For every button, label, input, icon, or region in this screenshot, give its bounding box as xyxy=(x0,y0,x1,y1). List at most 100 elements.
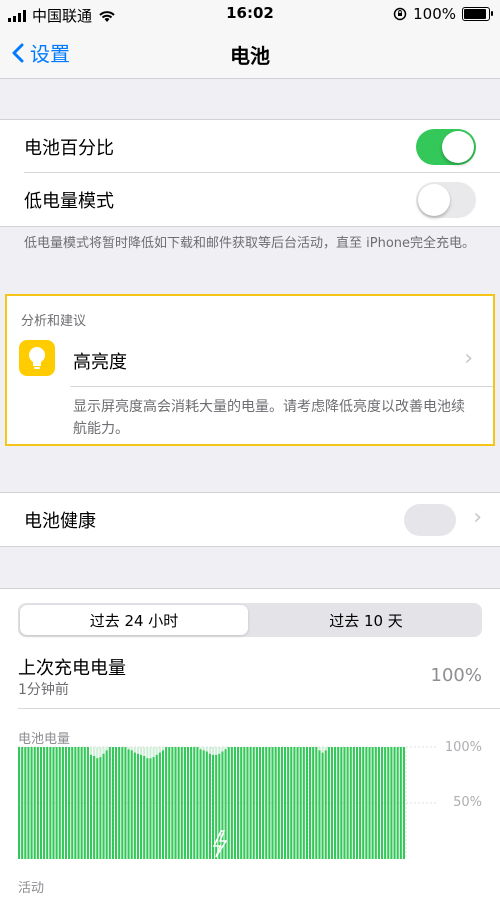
chart-bar xyxy=(346,747,349,859)
high-brightness-item[interactable]: 高亮度 xyxy=(73,348,127,374)
chart-bar-gap xyxy=(130,747,133,751)
chart-bar xyxy=(146,758,149,859)
battery-settings-group: 电池百分比 低电量模式 xyxy=(0,119,500,227)
chart-bar-gap xyxy=(215,747,218,755)
chart-bar-gap xyxy=(105,747,108,751)
chart-bar xyxy=(130,750,133,859)
battery-health-group: 电池健康 › xyxy=(0,492,500,547)
chart-bar xyxy=(377,747,380,859)
chart-bar xyxy=(237,747,240,859)
chart-bar xyxy=(374,747,377,859)
page-title: 电池 xyxy=(230,44,270,68)
chart-bar xyxy=(49,747,52,859)
chart-bar xyxy=(355,747,359,859)
chart-bar-gap xyxy=(140,747,143,755)
chevron-right-icon: › xyxy=(473,505,482,530)
chart-bar xyxy=(258,747,262,859)
chart-bar xyxy=(58,747,61,859)
chart-bar xyxy=(402,747,405,859)
chart-bar-gap xyxy=(208,747,211,754)
battery-health-row[interactable]: 电池健康 › xyxy=(0,493,500,546)
chart-bar xyxy=(96,758,99,859)
chart-bar-gap xyxy=(161,747,165,751)
chart-bar-gap xyxy=(102,747,105,754)
chart-bar-gap xyxy=(158,747,161,753)
chart-bar xyxy=(121,747,124,859)
time-range-segmented-control[interactable]: 过去 24 小时 过去 10 天 xyxy=(18,603,482,637)
chart-bar xyxy=(299,747,302,859)
chart-bar xyxy=(52,747,55,859)
chart-bar xyxy=(102,753,105,859)
chart-bar-gap xyxy=(89,747,93,755)
battery-percentage-toggle[interactable] xyxy=(416,128,476,165)
activity-label: 活动 xyxy=(18,881,45,896)
chart-bar xyxy=(371,747,374,859)
chart-bar xyxy=(352,747,355,859)
low-power-mode-row: 低电量模式 xyxy=(0,173,500,226)
chart-bar xyxy=(321,752,324,859)
chart-bar xyxy=(327,747,330,859)
chart-bar xyxy=(186,747,190,859)
chart-bar xyxy=(243,747,246,859)
chart-bar xyxy=(118,747,121,859)
chart-bar xyxy=(340,747,343,859)
battery-percentage: 100% xyxy=(413,5,456,23)
chart-bar xyxy=(393,747,396,859)
chart-bar xyxy=(359,747,362,859)
chart-bar xyxy=(202,750,205,859)
battery-fill xyxy=(464,9,486,19)
chart-bar xyxy=(318,750,321,859)
chart-bar xyxy=(18,747,21,859)
last-charge-time: 1分钟前 xyxy=(18,682,69,698)
status-right: 100% xyxy=(393,5,493,23)
chart-bar xyxy=(30,747,33,859)
chart-bar xyxy=(171,747,174,859)
insights-header: 分析和建议 xyxy=(21,314,87,329)
chart-bar xyxy=(77,747,80,859)
status-bar: 中国联通 16:02 100% xyxy=(0,0,500,28)
chart-bar xyxy=(168,747,171,859)
axis-label-100: 100% xyxy=(444,740,482,755)
chart-bar-gap xyxy=(152,747,155,758)
battery-icon xyxy=(462,7,493,21)
chart-bar-gap xyxy=(321,747,324,753)
chart-bar xyxy=(174,747,177,859)
tab-last-10-days[interactable]: 过去 10 天 xyxy=(250,610,482,631)
chart-bar xyxy=(36,747,39,859)
chart-bar xyxy=(233,747,237,859)
chart-bar-gap xyxy=(93,747,96,756)
chart-bar xyxy=(396,747,399,859)
chart-bar xyxy=(27,747,30,859)
chart-bar xyxy=(365,747,368,859)
chart-bar xyxy=(127,749,130,859)
chart-bar xyxy=(158,752,161,859)
chevron-right-icon[interactable]: › xyxy=(464,346,473,371)
chart-bar xyxy=(99,757,102,859)
tab-last-24-hours[interactable]: 过去 24 小时 xyxy=(18,610,250,631)
chart-bar xyxy=(362,747,365,859)
navigation-bar: 设置 电池 xyxy=(0,28,500,79)
battery-health-label: 电池健康 xyxy=(24,510,96,532)
chart-bar xyxy=(140,754,143,859)
chart-bar xyxy=(268,747,271,859)
chart-bar xyxy=(21,747,24,859)
chart-bar xyxy=(190,747,193,859)
low-power-mode-toggle[interactable] xyxy=(416,181,476,218)
chart-bar xyxy=(180,747,183,859)
last-charge-value: 100% xyxy=(430,665,482,686)
chart-bar xyxy=(86,747,89,859)
chart-bar xyxy=(252,747,255,859)
chart-bar xyxy=(334,747,337,859)
chart-bar xyxy=(46,747,49,859)
chart-bar xyxy=(277,747,280,859)
chart-bar xyxy=(287,747,290,859)
chart-bar xyxy=(343,747,346,859)
chart-bar xyxy=(240,747,243,859)
chart-bar-gap xyxy=(133,747,136,753)
high-brightness-description: 显示屏亮度高会消耗大量的电量。请考虑降低亮度以改善电池续航能力。 xyxy=(73,399,465,437)
chart-bar xyxy=(330,747,334,859)
chart-bar xyxy=(143,755,146,859)
chart-bar-gap xyxy=(202,747,205,751)
chart-bar xyxy=(205,751,208,859)
chart-bar xyxy=(93,755,96,859)
